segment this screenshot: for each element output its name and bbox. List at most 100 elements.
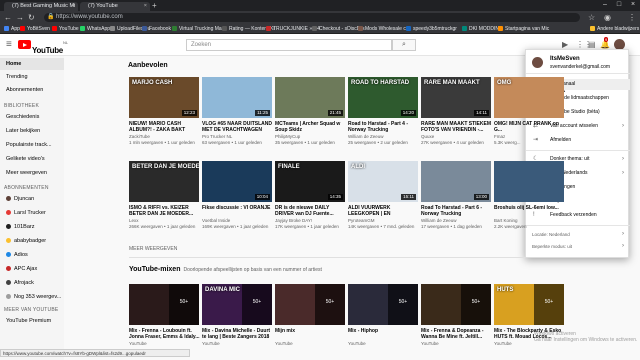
sidebar-subscription[interactable]: ababybadger	[0, 235, 64, 247]
video-thumbnail[interactable]: 50+	[275, 284, 345, 325]
browser-menu-icon[interactable]: ⋮	[628, 12, 636, 23]
video-thumbnail[interactable]: ALDI 15:11	[348, 161, 418, 202]
close-icon[interactable]: ×	[144, 2, 147, 11]
url-field[interactable]: 🔒 https://www.youtube.com	[44, 13, 580, 22]
close-icon[interactable]: ×	[72, 2, 75, 11]
sidebar-subscription[interactable]: Nog 353 weergev...	[0, 291, 64, 303]
sidebar-item[interactable]: Home	[0, 58, 64, 70]
video-thumbnail[interactable]: DAVINA MIC 50+	[202, 284, 272, 325]
video-card[interactable]: DAVINA MIC 50+ Mix - Davina Michelle - Duu…	[202, 284, 274, 354]
video-title[interactable]: Broshuis olij SL-6emi low...	[494, 205, 566, 211]
video-thumbnail[interactable]: 11:25	[202, 77, 272, 118]
video-card[interactable]: 11:25 VLOG #65 NAAR DUITSLAND MET DE VRAC…	[202, 77, 274, 147]
video-title[interactable]: Road to Harstad - Part 4 - Norway Trucki…	[348, 121, 420, 133]
bookmark[interactable]: DKI MODDING	[462, 24, 503, 34]
sidebar-subscription[interactable]: Afrojack	[0, 277, 64, 289]
minimize-icon[interactable]: –	[598, 0, 612, 10]
video-thumbnail[interactable]: OMG	[494, 77, 564, 118]
sidebar-subscription[interactable]: APC Ajax	[0, 263, 64, 275]
bookmark[interactable]: Checkout - sDiscDrs	[312, 24, 365, 34]
sidebar-subscription[interactable]: Adios	[0, 249, 64, 261]
bookmark[interactable]: YoBitSven	[20, 24, 50, 34]
video-title[interactable]: Mix - Hiphop	[348, 328, 420, 334]
video-camera-icon[interactable]: ▶	[562, 40, 568, 49]
video-title[interactable]: Road To Harstad - Part 6 - Norway Trucki…	[421, 205, 493, 217]
video-title[interactable]: RARE MAN MAAKT STIEKEM FOTO'S VAN VRIEND…	[421, 121, 493, 133]
channel-name[interactable]: ZackiTube	[129, 134, 201, 140]
bookmark[interactable]: Mods Wholesale ce	[358, 24, 409, 34]
sidebar-subscription[interactable]: Larsl Trucker	[0, 207, 64, 219]
video-thumbnail[interactable]: MARJO CASH 12:23	[129, 77, 199, 118]
video-thumbnail[interactable]: 50+	[348, 284, 418, 325]
video-title[interactable]: Mix - Frenna & Dopeanza - Wanna Be Mine …	[421, 328, 493, 340]
channel-name[interactable]: William de Zeeuw	[421, 218, 493, 224]
video-card[interactable]: 10:04 Fikse discussie : VI ORANJE Voetbal …	[202, 161, 274, 231]
search-input[interactable]: Zoeken	[186, 39, 392, 51]
channel-name[interactable]: Jayjay Broke DAY!	[275, 218, 347, 224]
browser-tab-active[interactable]: (7) YouTube ×	[80, 2, 150, 11]
video-title[interactable]: Mix - Davina Michelle - Duurt te lang | …	[202, 328, 274, 340]
video-thumbnail[interactable]	[494, 161, 564, 202]
extension-icon[interactable]: ◉	[604, 12, 611, 23]
video-thumbnail[interactable]: HUTS 50+	[494, 284, 564, 325]
search-button[interactable]: ⌕	[392, 39, 416, 51]
video-title[interactable]: Mix - The Blockparty & Esko HUTS ft. Mou…	[494, 328, 566, 340]
video-thumbnail[interactable]: 10:04	[202, 161, 272, 202]
more-button[interactable]: MEER WEERGEVEN	[129, 246, 177, 252]
video-title[interactable]: Mix - Frenna - Loubouin ft. Jonna Fraser…	[129, 328, 201, 340]
video-thumbnail[interactable]: RARE MAN MAAKT 14:11	[421, 77, 491, 118]
video-title[interactable]: DR is de nieuwe DAILY DRIVER van DJ Fuen…	[275, 205, 347, 217]
bookmark[interactable]: Andere bladwijzers	[590, 24, 639, 34]
video-title[interactable]: ISMO & RIFFI vs. KEIZER BETER DAN JE MOE…	[129, 205, 201, 217]
star-icon[interactable]: ☆	[588, 12, 595, 23]
sidebar-item[interactable]: Gelikete video's	[0, 153, 64, 165]
menu-icon[interactable]: ≡	[6, 39, 12, 50]
channel-name[interactable]: PyroteamGM	[348, 218, 420, 224]
back-icon[interactable]: ←	[4, 12, 12, 23]
video-card[interactable]: 50+ Mix - Hiphop YouTube	[348, 284, 420, 354]
video-title[interactable]: Mijn mix	[275, 328, 347, 334]
video-title[interactable]: MCTeams | Archer Squad w Soup Skidz	[275, 121, 347, 133]
video-thumbnail[interactable]: ROAD TO HARSTAD 14:20	[348, 77, 418, 118]
video-card[interactable]: FINALE 14:35 DR is de nieuwe DAILY DRIVER …	[275, 161, 347, 231]
sidebar-item[interactable]: Geschiedenis	[0, 111, 64, 123]
new-tab-icon[interactable]: +	[152, 1, 157, 10]
video-card[interactable]: 50+ Mix - Frenna - Loubouin ft. Jonna Fra…	[129, 284, 201, 354]
account-menu-footer-item[interactable]: Beperkte modus: uit ›	[526, 241, 630, 252]
bookmark[interactable]: Virtual Trucking Man	[172, 24, 224, 34]
video-title[interactable]: VLOG #65 NAAR DUITSLAND MET DE VRACHTWAG…	[202, 121, 274, 133]
video-card[interactable]: 50+ Mix - Frenna & Dopeanza - Wanna Be Mi…	[421, 284, 493, 354]
window-close-icon[interactable]: ×	[626, 0, 640, 10]
forward-icon[interactable]: →	[16, 12, 24, 23]
video-card[interactable]: MARJO CASH 12:23 NIEUW! MARIO CASH ALBUM?!…	[129, 77, 201, 147]
video-card[interactable]: RARE MAN MAAKT 14:11 RARE MAN MAAKT STIEKE…	[421, 77, 493, 147]
video-card[interactable]: ROAD TO HARSTAD 14:20 Road to Harstad - Pa…	[348, 77, 420, 147]
chat-icon[interactable]: ▤	[588, 40, 596, 49]
video-title[interactable]: Fikse discussie : VI ORANJE	[202, 205, 274, 211]
channel-name[interactable]: Bart Koning	[494, 218, 566, 224]
sidebar-item[interactable]: Abonnementen	[0, 84, 64, 96]
reload-icon[interactable]: ↻	[28, 12, 35, 23]
channel-name[interactable]: PhilipMyCup	[275, 134, 347, 140]
video-thumbnail[interactable]: BETER DAN JE MOEDER	[129, 161, 199, 202]
sidebar-item[interactable]: YouTube Premium	[0, 315, 64, 327]
sidebar-item[interactable]: Populairste track...	[0, 139, 64, 151]
bookmark[interactable]: Facebook	[142, 24, 171, 34]
video-card[interactable]: Broshuis olij SL-6emi low... Bart Koning 2…	[494, 161, 566, 231]
video-card[interactable]: 21:45 MCTeams | Archer Squad w Soup Skidz…	[275, 77, 347, 147]
video-card[interactable]: 13:00 Road To Harstad - Part 6 - Norway T…	[421, 161, 493, 231]
sidebar-item[interactable]: Trending	[0, 71, 64, 83]
channel-name[interactable]: Quuxe	[421, 134, 493, 140]
channel-name[interactable]: Lexx	[129, 218, 201, 224]
video-card[interactable]: HUTS 50+ Mix - The Blockparty & Esko HUTS …	[494, 284, 566, 354]
bookmark[interactable]: Startpagina van Mic	[498, 24, 549, 34]
video-title[interactable]: OMG! MIJN CAT PRANK on G...	[494, 121, 566, 133]
video-title[interactable]: NIEUW! MARIO CASH ALBUM?! - ZAKA BAKT KA…	[129, 121, 201, 133]
browser-tab[interactable]: (7) Best Gaming Music Mi ×	[4, 2, 78, 11]
maximize-icon[interactable]: □	[612, 0, 626, 10]
bookmark[interactable]: WhatsApp	[80, 24, 110, 34]
sidebar-item[interactable]: Meer weergeven	[0, 167, 64, 179]
sidebar-item[interactable]: Later bekijken	[0, 125, 64, 137]
sidebar-subscription[interactable]: 101Barz	[0, 221, 64, 233]
channel-name[interactable]: Pro Trucker NL	[202, 134, 274, 140]
